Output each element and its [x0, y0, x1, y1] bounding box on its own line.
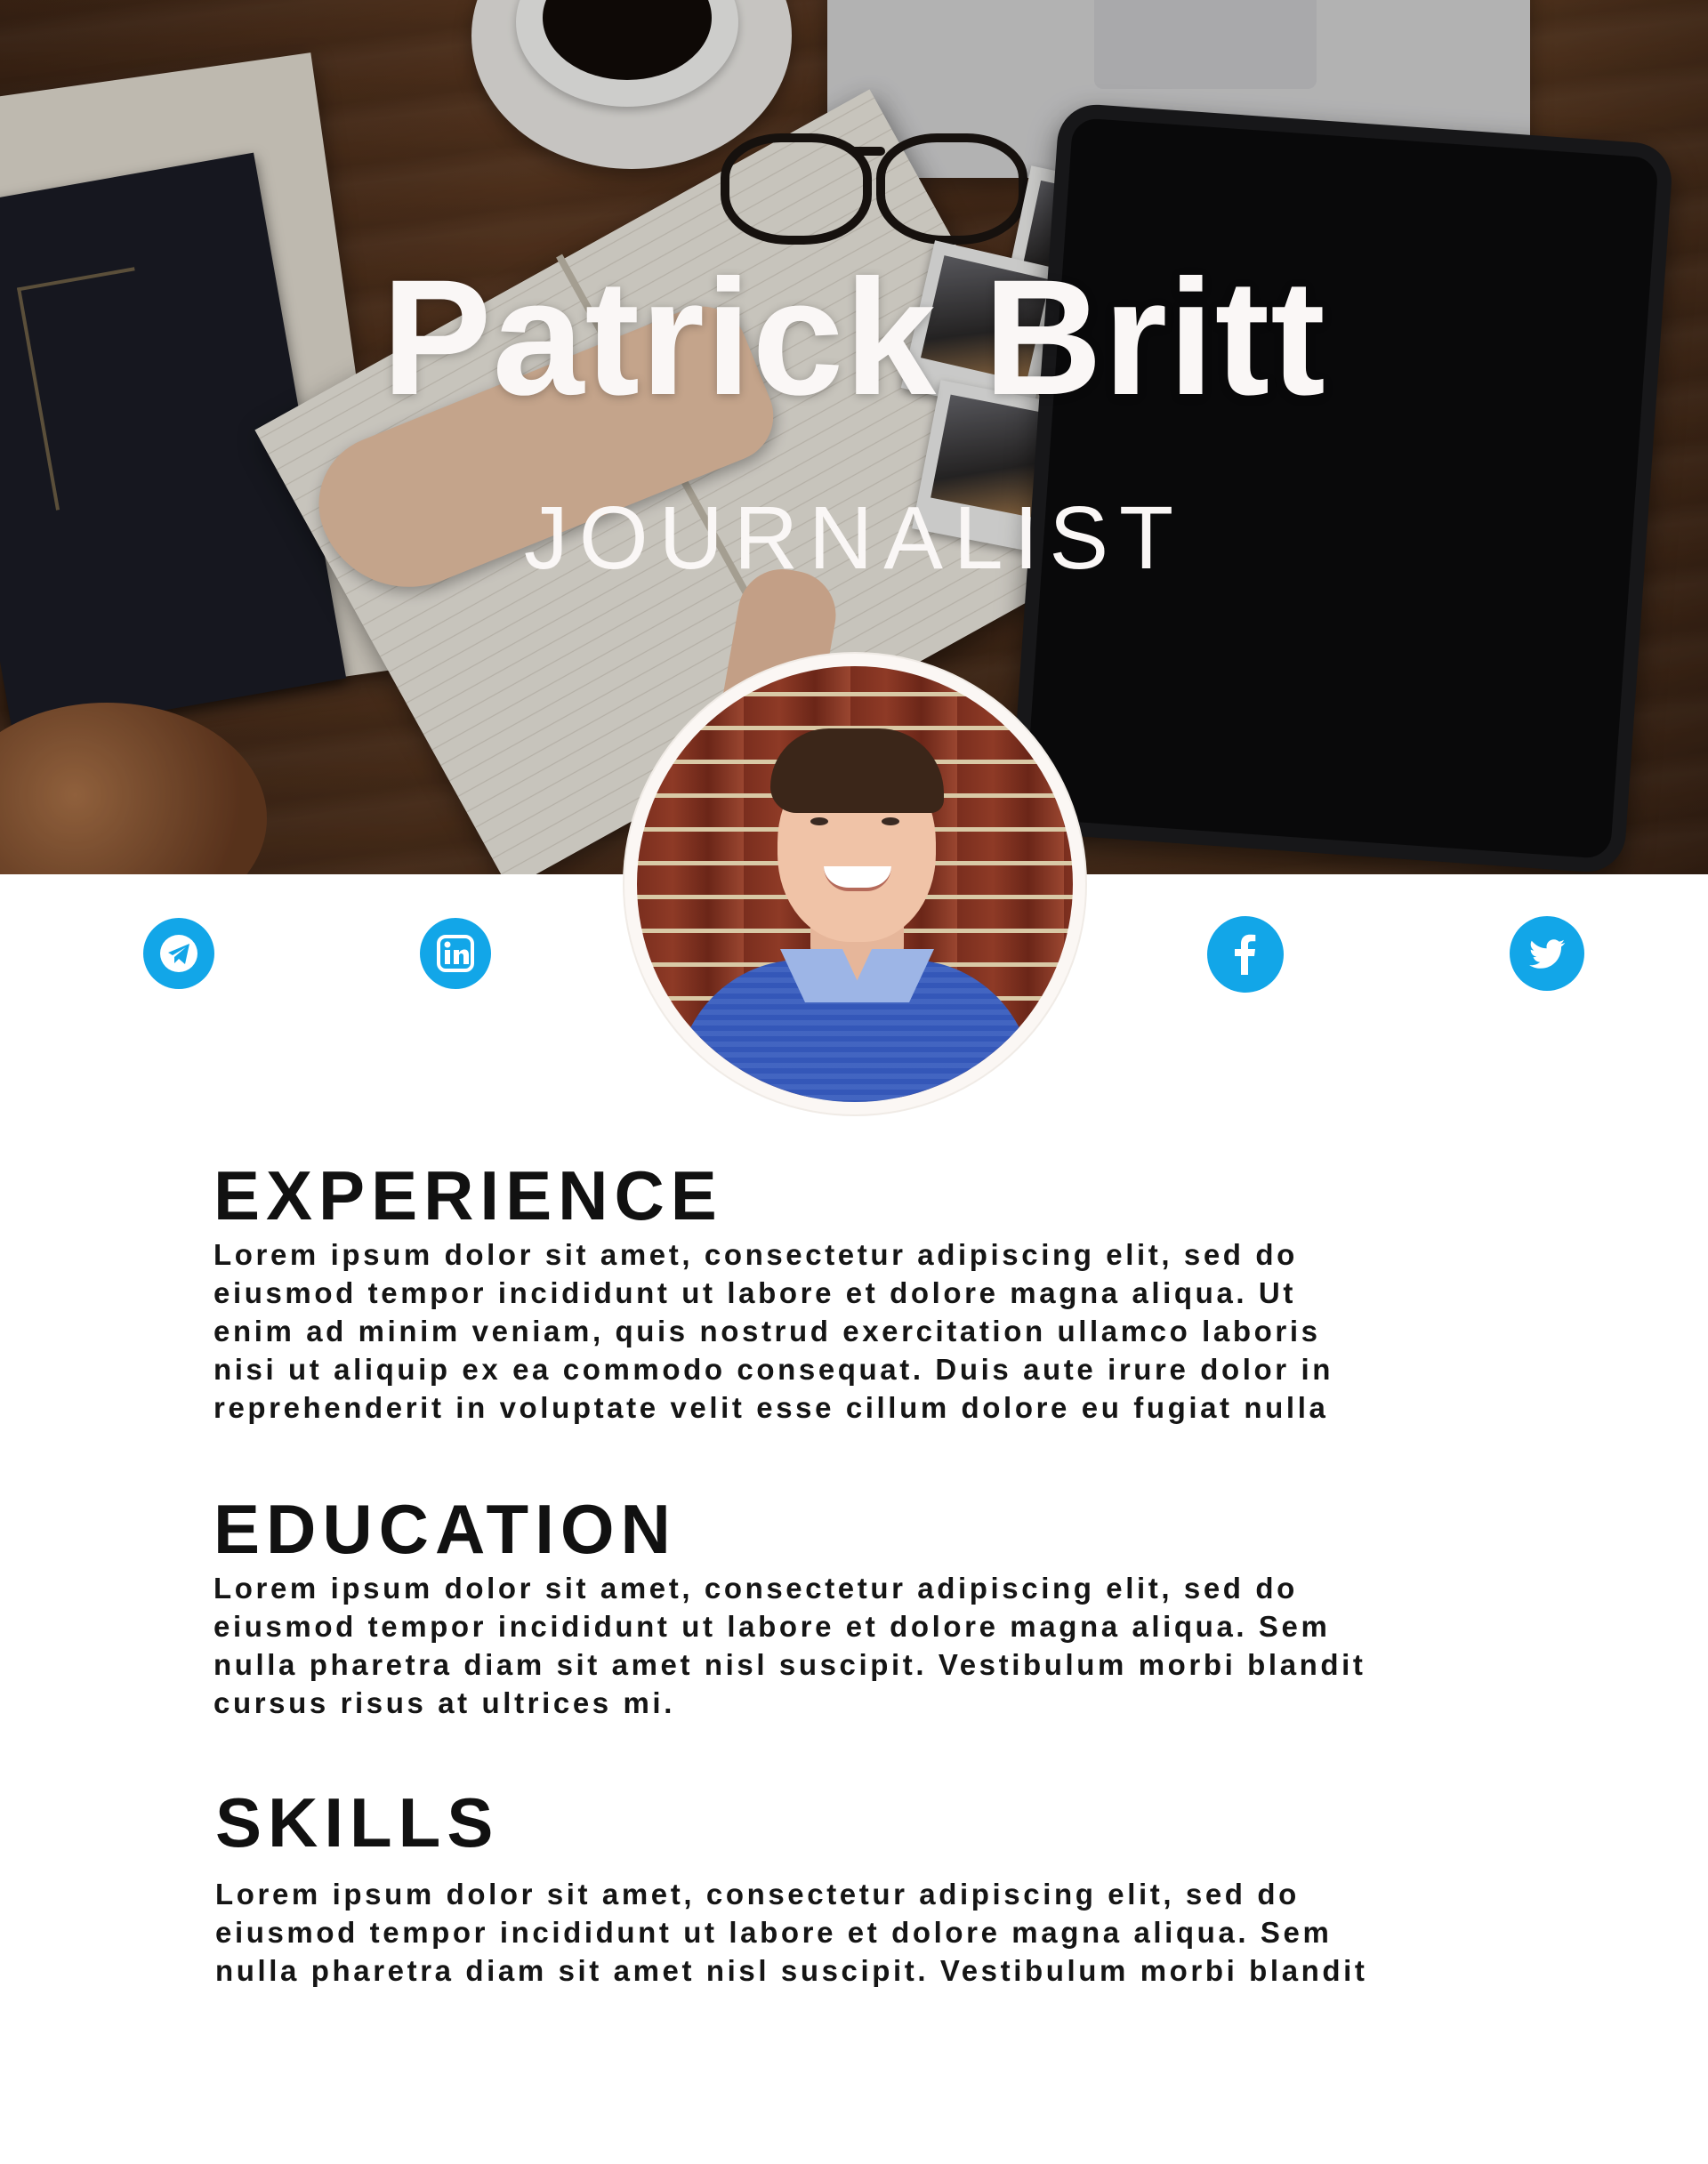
profile-photo — [624, 654, 1085, 1114]
profile-photo-image — [637, 666, 1073, 1102]
education-text: Lorem ipsum dolor sit amet, consectetur … — [214, 1572, 1366, 1719]
hair — [770, 728, 944, 813]
twitter-icon[interactable] — [1510, 916, 1584, 991]
telegram-icon[interactable] — [143, 918, 214, 989]
experience-heading: EXPERIENCE — [214, 1156, 723, 1235]
linkedin-icon[interactable] — [420, 918, 491, 989]
facebook-icon[interactable] — [1207, 916, 1284, 993]
experience-text: Lorem ipsum dolor sit amet, consectetur … — [214, 1238, 1333, 1424]
skills-text: Lorem ipsum dolor sit amet, consectetur … — [215, 1878, 1368, 1987]
linkedin-glyph — [437, 935, 474, 972]
education-heading: EDUCATION — [214, 1490, 677, 1568]
facebook-glyph — [1235, 934, 1256, 975]
skills-heading: SKILLS — [215, 1783, 500, 1862]
twitter-glyph — [1529, 939, 1566, 969]
skills-section: SKILLS Lorem ipsum dolor sit amet, conse… — [215, 1788, 1532, 1990]
eye — [882, 817, 899, 825]
person-name: Patrick Britt — [382, 246, 1326, 430]
resume-page: Patrick Britt JOURNALIST EXPERIENCE Lore… — [0, 0, 1708, 2164]
job-title: JOURNALIST — [523, 488, 1185, 588]
experience-section: EXPERIENCE Lorem ipsum dolor sit amet, c… — [214, 1161, 1530, 1427]
education-section: EDUCATION Lorem ipsum dolor sit amet, co… — [214, 1494, 1530, 1722]
telegram-glyph — [160, 935, 197, 972]
eye — [810, 817, 828, 825]
